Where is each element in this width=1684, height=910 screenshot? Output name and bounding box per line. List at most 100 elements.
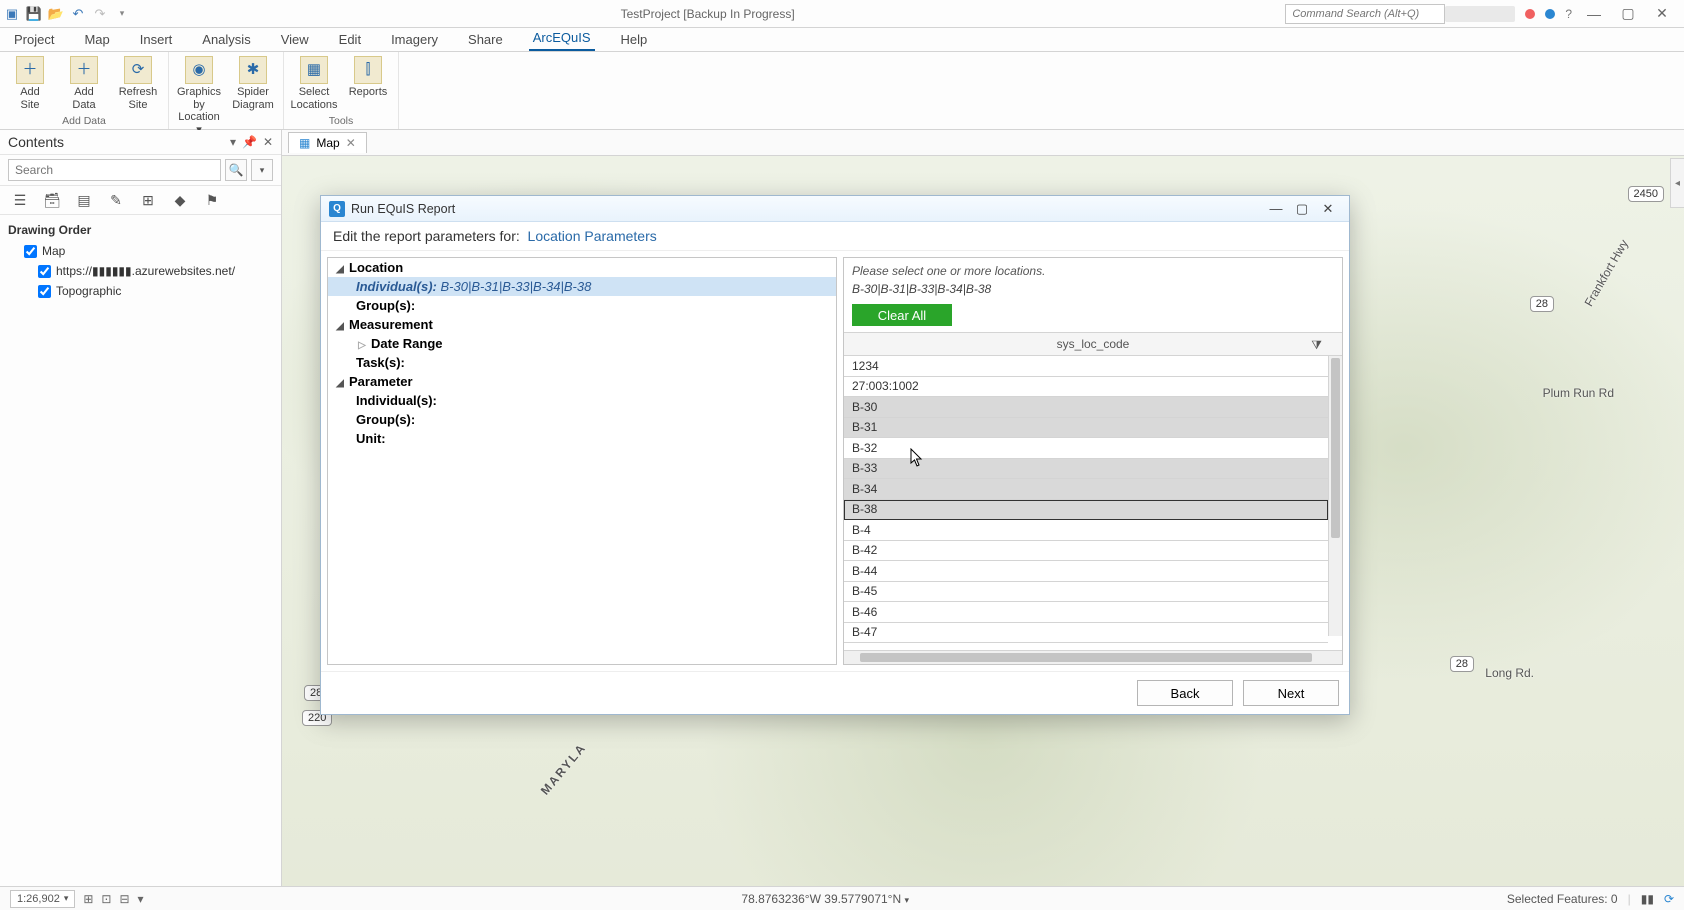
qat-dropdown-icon[interactable]: ▾ [114,6,130,22]
tree-node-daterange[interactable]: ▷Date Range [328,334,836,353]
panel-close-icon[interactable]: ✕ [263,135,273,149]
ribbon-button[interactable]: ◉Graphics byLocation ▾ [175,54,223,137]
tree-node-p-groups[interactable]: Group(s): [328,410,836,429]
back-button[interactable]: Back [1137,680,1233,706]
grid-row[interactable]: B-31 [844,418,1328,439]
minimize-button[interactable]: — [1582,6,1606,22]
tab-insert[interactable]: Insert [136,29,177,51]
grid-row[interactable]: 1234 [844,356,1328,377]
tab-edit[interactable]: Edit [335,29,365,51]
dialog-minimize-button[interactable]: — [1263,201,1289,216]
parameter-tree[interactable]: ◢Location Individual(s): B-30|B-31|B-33|… [327,257,837,665]
ribbon-button[interactable]: ⫿Reports [344,54,392,114]
grid-row[interactable]: B-45 [844,582,1328,603]
grid-row[interactable]: B-33 [844,459,1328,480]
tab-arcequis[interactable]: ArcEQuIS [529,27,595,51]
grid-row[interactable]: B-38 [844,500,1328,521]
ribbon-button[interactable]: ⟳RefreshSite [114,54,162,114]
grid-row[interactable]: B-30 [844,397,1328,418]
grid-row[interactable]: 27:003:1002 [844,377,1328,398]
notification-badge[interactable] [1525,9,1535,19]
tree-node-measurement[interactable]: ◢Measurement [328,315,836,334]
grid-row[interactable]: B-46 [844,602,1328,623]
user-chip[interactable] [1445,6,1515,22]
tree-node-unit[interactable]: Unit: [328,429,836,448]
tree-node-tasks[interactable]: Task(s): [328,353,836,372]
grid-body[interactable]: 123427:003:1002B-30B-31B-32B-33B-34B-38B… [844,356,1342,650]
undo-icon[interactable]: ↶ [70,6,86,22]
scale-input[interactable]: 1:26,902 ▾ [10,890,75,908]
grid-row[interactable]: B-4 [844,520,1328,541]
open-icon[interactable]: 📂 [48,6,64,22]
grid-row[interactable]: B-44 [844,561,1328,582]
list-by-edit-icon[interactable]: ✎ [106,190,126,210]
grid-row[interactable]: B-34 [844,479,1328,500]
project-icon[interactable]: ▣ [4,6,20,22]
tree-node-groups[interactable]: Group(s): [328,296,836,315]
tab-map[interactable]: Map [80,29,113,51]
grid-row[interactable]: B-42 [844,541,1328,562]
dialog-maximize-button[interactable]: ▢ [1289,201,1315,217]
list-by-preset-icon[interactable]: ⚑ [202,190,222,210]
panel-menu-icon[interactable]: ▾ [230,135,236,149]
list-by-snap-icon[interactable]: ⊞ [138,190,158,210]
tab-project[interactable]: Project [10,29,58,51]
search-dropdown-icon[interactable]: ▾ [251,159,273,181]
tab-view[interactable]: View [277,29,313,51]
list-by-source-icon[interactable]: 🗃 [42,190,62,210]
grid-row[interactable]: B-47 [844,623,1328,644]
refresh-icon[interactable]: ⟳ [1664,892,1674,906]
maximize-button[interactable]: ▢ [1616,5,1640,22]
layer-checkbox[interactable] [24,245,37,258]
list-by-table-icon[interactable]: ▤ [74,190,94,210]
pause-drawing-icon[interactable]: ▮▮ [1641,892,1654,906]
panel-pin-icon[interactable]: 📌 [242,135,257,149]
bell-icon[interactable] [1545,9,1555,19]
help-icon[interactable]: ? [1565,7,1572,21]
scale-dropdown-icon[interactable]: ▾ [64,893,69,904]
grid-header[interactable]: sys_loc_code ⧩ [844,332,1342,356]
ribbon-button[interactable]: ✱SpiderDiagram [229,54,277,137]
ribbon-button[interactable]: ▦SelectLocations [290,54,338,114]
toggle-snap-icon[interactable]: ⊡ [101,892,111,906]
dialog-titlebar[interactable]: Q Run EQuIS Report — ▢ ✕ [321,196,1349,222]
list-by-drawing-order-icon[interactable]: ☰ [10,190,30,210]
layer-item[interactable]: Topographic [8,281,273,301]
ribbon-button[interactable]: ＋AddData [60,54,108,114]
redo-icon[interactable]: ↷ [92,6,108,22]
tree-node-location[interactable]: ◢Location [328,258,836,277]
map-tab[interactable]: ▦ Map ✕ [288,132,367,153]
layer-checkbox[interactable] [38,265,51,278]
catalog-collapse-handle[interactable]: ◂ [1670,158,1684,208]
search-icon[interactable]: 🔍 [225,159,247,181]
tab-share[interactable]: Share [464,29,507,51]
ribbon-button[interactable]: ＋AddSite [6,54,54,114]
map-tab-close-icon[interactable]: ✕ [346,136,356,150]
layer-item[interactable]: Map [8,241,273,261]
tree-node-individuals[interactable]: Individual(s): B-30|B-31|B-33|B-34|B-38 [328,277,836,296]
tree-node-parameter[interactable]: ◢Parameter [328,372,836,391]
grid-vertical-scrollbar[interactable] [1328,356,1342,636]
clear-all-button[interactable]: Clear All [852,304,952,326]
grid-row[interactable]: B-32 [844,438,1328,459]
filter-icon[interactable]: ⧩ [1311,338,1322,353]
toggle-grid-icon[interactable]: ⊞ [83,892,93,906]
save-icon[interactable]: 💾 [26,6,42,22]
layer-checkbox[interactable] [38,285,51,298]
list-by-label-icon[interactable]: ◆ [170,190,190,210]
close-button[interactable]: ✕ [1650,5,1674,22]
tab-analysis[interactable]: Analysis [198,29,254,51]
dialog-close-button[interactable]: ✕ [1315,201,1341,217]
next-button[interactable]: Next [1243,680,1339,706]
contents-search-input[interactable] [8,159,221,181]
ribbon-button-label: SelectLocations [290,86,337,111]
layer-item[interactable]: https://▮▮▮▮▮▮.azurewebsites.net/ [8,261,273,281]
tab-help[interactable]: Help [617,29,652,51]
command-search-input[interactable] [1285,4,1445,24]
grid-horizontal-scrollbar[interactable] [844,650,1342,664]
tab-imagery[interactable]: Imagery [387,29,442,51]
road-label: Plum Run Rd [1543,386,1614,400]
toggle-constraints-icon[interactable]: ⊟ [119,892,129,906]
tree-node-p-individuals[interactable]: Individual(s): [328,391,836,410]
coords-dropdown-icon[interactable]: ▾ [904,895,909,905]
